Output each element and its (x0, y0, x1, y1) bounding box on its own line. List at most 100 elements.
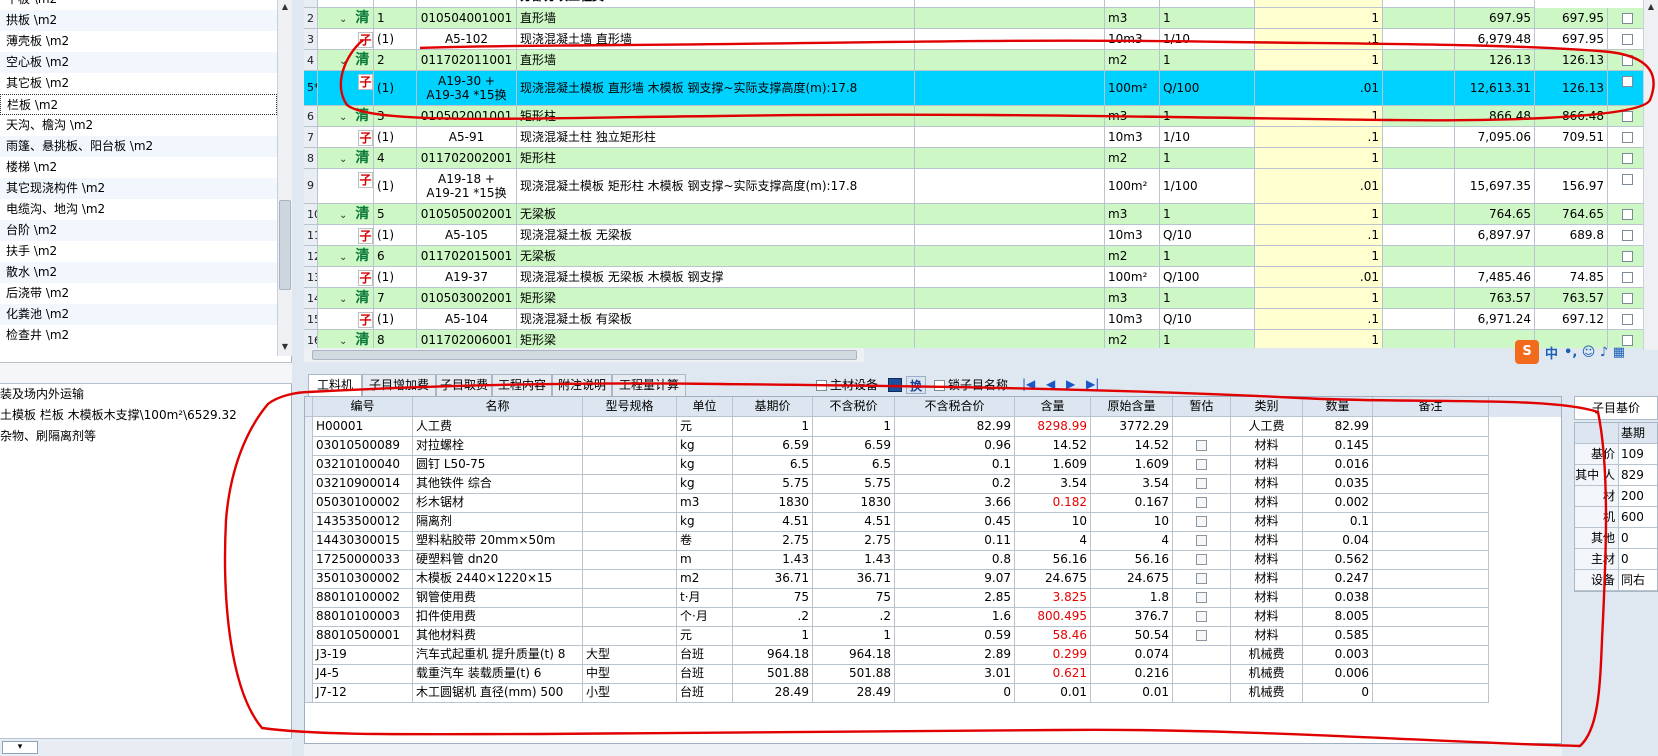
expand-chevron-icon[interactable]: ⌄ (339, 252, 347, 263)
table-row[interactable]: H00001 人工费元 1 1 82.99 8298.99 3772.29 人工费 82.99 (305, 417, 1561, 437)
tree-item[interactable]: 栏板 \m2 (0, 94, 277, 115)
tab-4[interactable]: 附注说明 (552, 374, 612, 396)
price-value[interactable]: 0 (1619, 528, 1657, 548)
bill-item-row[interactable]: 12 6⌄清6011702015001无梁板m211 (304, 246, 1658, 267)
tab-3[interactable]: 工程内容 (492, 374, 552, 396)
tab-base-price[interactable]: 子目基价 (1574, 396, 1658, 420)
bill-item-row[interactable]: 16 8⌄清8011702006001矩形梁m211 (304, 330, 1658, 348)
table-row[interactable]: 03010500089 对拉螺栓 kg 6.59 6.59 0.96 14.52 14.52 材… (305, 436, 1561, 456)
table-row[interactable]: 14353500012 隔离剂 kg 4.51 4.51 0.45 10 10 材料 0.1 (305, 512, 1561, 532)
estimate-checkbox[interactable] (1196, 478, 1207, 489)
lock-name-checkbox[interactable] (934, 380, 945, 391)
tree-item[interactable]: 检查井 \m2 (0, 325, 277, 346)
row-checkbox[interactable] (1621, 153, 1633, 164)
price-value[interactable]: 200 (1619, 486, 1657, 506)
tree-item[interactable]: 薄壳板 \m2 (0, 31, 277, 52)
quota-row[interactable]: 15 子(1)A5-104现浇混凝土板 有梁板 10m3Q/10.1 6,971.24… (304, 309, 1658, 330)
row-checkbox[interactable] (1621, 76, 1633, 87)
header-cell[interactable]: 不含税合价 (895, 397, 1015, 417)
bill-item-row[interactable]: 4 2⌄清2011702011001直形墙m211126.13126.13 (304, 50, 1658, 71)
row-checkbox[interactable] (1621, 132, 1633, 143)
header-cell[interactable]: 名称 (413, 397, 583, 417)
ime-toolbar[interactable]: S 中 •, ☺ ♪ ▦ (1515, 340, 1658, 364)
row-checkbox[interactable] (1621, 251, 1633, 262)
lock-name-toggle[interactable]: 锁子目名称 (934, 376, 1008, 394)
price-value[interactable]: 109 (1619, 444, 1657, 464)
estimate-checkbox[interactable] (1196, 535, 1207, 546)
scroll-thumb[interactable] (279, 200, 291, 290)
tab-2[interactable]: 子目取费 (436, 374, 492, 396)
ime-tools-icon[interactable]: •, ☺ ♪ ▦ (1564, 345, 1625, 360)
row-checkbox[interactable] (1621, 272, 1633, 283)
expand-chevron-icon[interactable]: ⌄ (339, 112, 347, 123)
estimate-checkbox[interactable] (1196, 440, 1207, 451)
table-row[interactable]: 03210100040 圆钉 L50-75 kg 6.5 6.5 0.1 1.609 1.60… (305, 455, 1561, 475)
scroll-up-icon[interactable]: ▲ (278, 0, 292, 14)
bill-item-row[interactable]: 14 7⌄清7010503002001矩形梁m311763.57763.57 (304, 288, 1658, 309)
estimate-checkbox[interactable] (1196, 459, 1207, 470)
row-checkbox[interactable] (1621, 13, 1633, 24)
expand-chevron-icon[interactable]: ⌄ (339, 56, 347, 67)
quota-row[interactable]: 7 子 (1) A5-91 现浇混凝土柱 独立矩形柱 10m3 1/10.1 7,095.06… (304, 127, 1658, 148)
tree-item[interactable]: 其它板 \m2 (0, 73, 277, 94)
expand-chevron-icon[interactable]: ⌄ (339, 336, 347, 347)
table-row[interactable]: 88010100002 钢管使用费 t·月 75 75 2.85 3.825 1.8 材料 0.0… (305, 588, 1561, 608)
table-row[interactable]: 17250000033 硬塑料管 dn20 m 1.43 1.43 0.8 56.16 56.… (305, 550, 1561, 570)
row-checkbox[interactable] (1621, 230, 1633, 241)
header-cell[interactable]: 单位 (677, 397, 733, 417)
table-row[interactable]: J7-12 木工圆锯机 直径(mm) 500 小型 台班 28.49 28.49 0 0.01… (305, 683, 1561, 703)
table-row[interactable]: 88010500001 其他材料费元 1 1 0.59 58.46 50.54 材料 0.585 (305, 626, 1561, 646)
tree-item[interactable]: 空心板 \m2 (0, 52, 277, 73)
header-cell[interactable] (305, 397, 313, 417)
expand-chevron-icon[interactable]: ⌄ (339, 210, 347, 221)
bill-item-row[interactable]: 6 3⌄清3010502001001矩形柱m311866.48866.48 (304, 106, 1658, 127)
row-checkbox[interactable] (1621, 314, 1633, 325)
row-checkbox[interactable] (1621, 111, 1633, 122)
expand-chevron-icon[interactable]: ⌄ (339, 294, 347, 305)
header-cell[interactable]: 暂估 (1173, 397, 1231, 417)
bill-item-row[interactable]: 10 5⌄清5010505002001无梁板m311764.65764.65 (304, 204, 1658, 225)
price-value[interactable]: 600 (1619, 507, 1657, 527)
row-checkbox[interactable] (1621, 174, 1633, 185)
table-row[interactable]: 35010300002 木模板 2440×1220×15 m2 36.71 36.71 9… (305, 569, 1561, 589)
tree-item[interactable]: 雨篷、悬挑板、阳台板 \m2 (0, 136, 277, 157)
tree-item[interactable]: 扶手 \m2 (0, 241, 277, 262)
row-checkbox[interactable] (1621, 209, 1633, 220)
quota-row[interactable]: 13 子(1)A19-37现浇混凝土模板 无梁板 木模板 钢支撑 100m²Q/10… (304, 267, 1658, 288)
expand-chevron-icon[interactable]: ⌄ (339, 154, 347, 165)
quota-row[interactable]: 5*子(1)A19-30 +A19-34 *15换现浇混凝土模板 直形墙 木模板… (304, 71, 1658, 106)
first-record-icon[interactable]: |◀ (1022, 377, 1035, 391)
swap-button[interactable]: 换 (906, 376, 926, 394)
tree-item[interactable]: 电缆沟、地沟 \m2 (0, 199, 277, 220)
bill-item-row[interactable]: 8 4⌄清4011702002001矩形柱m211 (304, 148, 1658, 169)
estimate-checkbox[interactable] (1196, 573, 1207, 584)
grid-top-row[interactable]: 分部分项工程费 16166.84 (304, 0, 1658, 8)
row-checkbox[interactable] (1621, 55, 1633, 66)
row-checkbox[interactable] (1621, 293, 1633, 304)
sidebar-splitter[interactable] (0, 362, 292, 384)
last-record-icon[interactable]: ▶| (1086, 377, 1099, 391)
quota-row[interactable]: 9 子 (1) A19-18 + A19-21 *15换 现浇混凝土模板 矩形柱 木模板 … (304, 169, 1658, 204)
estimate-checkbox[interactable] (1196, 611, 1207, 622)
header-cell[interactable]: 原始含量 (1091, 397, 1173, 417)
tree-item[interactable]: 散水 \m2 (0, 262, 277, 283)
tab-5[interactable]: 工程量计算 (612, 374, 686, 396)
table-row[interactable]: J3-19 汽车式起重机 提升质量(t) 8 大型 台班 964.18 964.18 2.8… (305, 645, 1561, 665)
prev-record-icon[interactable]: ◀ (1046, 377, 1055, 391)
estimate-checkbox[interactable] (1196, 554, 1207, 565)
tree-item[interactable]: 台阶 \m2 (0, 220, 277, 241)
quota-row[interactable]: 3 子 (1) A5-102 现浇混凝土墙 直形墙 10m3 1/10.1 6,979.48 6… (304, 29, 1658, 50)
table-horizontal-scrollbar[interactable] (304, 744, 1562, 756)
tab-0[interactable]: 工料机 (308, 374, 362, 396)
header-cell[interactable]: 基期价 (733, 397, 813, 417)
tab-1[interactable]: 子目增加费 (362, 374, 436, 396)
table-row[interactable]: 03210900014 其他铁件 综合 kg 5.75 5.75 0.2 3.54 3.54 材… (305, 474, 1561, 494)
estimate-checkbox[interactable] (1196, 516, 1207, 527)
main-material-checkbox[interactable] (816, 380, 827, 391)
header-cell[interactable]: 不含税价 (813, 397, 895, 417)
grid-vertical-scrollbar[interactable]: ▲ (1643, 0, 1658, 350)
tree-item[interactable]: 后浇带 \m2 (0, 283, 277, 304)
estimate-checkbox[interactable] (1196, 497, 1207, 508)
price-value[interactable]: 同右 (1619, 570, 1657, 590)
ime-lang[interactable]: 中 (1545, 343, 1558, 362)
